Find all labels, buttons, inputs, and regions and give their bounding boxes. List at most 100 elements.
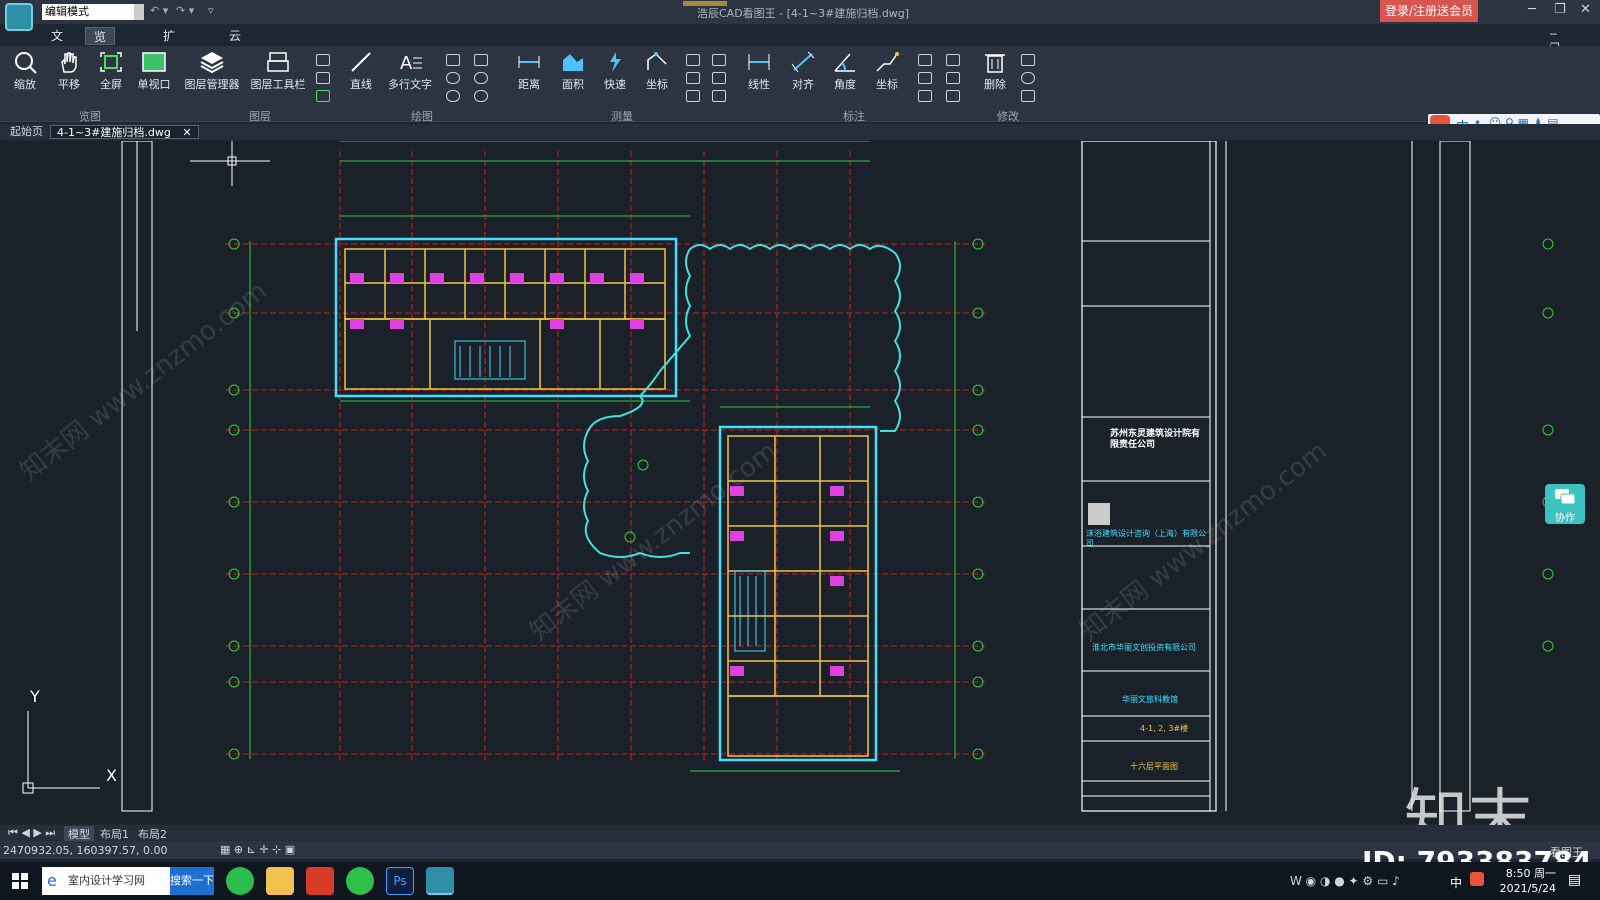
tab-close-icon[interactable]: ✕: [182, 126, 191, 139]
measure-tool-b-icon[interactable]: [686, 72, 700, 84]
layer-manager-button[interactable]: 图层管理器: [182, 50, 242, 92]
delete-button[interactable]: 删除: [978, 50, 1012, 92]
pan-button[interactable]: 平移: [52, 50, 86, 92]
arc-icon[interactable]: [446, 72, 460, 84]
quick-access-more-icon[interactable]: ▿: [208, 4, 214, 17]
angle-dim-button[interactable]: 角度: [828, 50, 862, 92]
clock-time: 8:50 周一: [1505, 867, 1556, 880]
login-register-button[interactable]: 登录/注册送会员: [1380, 0, 1478, 22]
photoshop-icon[interactable]: Ps: [386, 867, 414, 895]
dim-tool-f-icon[interactable]: [946, 90, 960, 102]
move-icon[interactable]: [1021, 54, 1035, 66]
dim-tool-c-icon[interactable]: [918, 90, 932, 102]
undo-icon[interactable]: ↶ ▾: [150, 4, 168, 17]
windows-start-icon[interactable]: [12, 873, 28, 889]
area-button[interactable]: 面积: [556, 50, 590, 92]
group-label-measure: 测量: [611, 110, 633, 123]
measure-tool-a-icon[interactable]: [686, 54, 700, 66]
rotate-icon[interactable]: [1021, 72, 1035, 84]
aligned-dim-button[interactable]: 对齐: [786, 50, 820, 92]
notification-icon[interactable]: ▤: [1568, 872, 1581, 888]
rect-icon[interactable]: [446, 54, 460, 66]
menu-extend-tools[interactable]: 扩展工具: [155, 27, 183, 97]
layer-toolbar-button[interactable]: 图层工具栏: [248, 50, 308, 92]
tray-ime[interactable]: 中: [1450, 874, 1462, 891]
menu-file[interactable]: 文件: [43, 27, 71, 61]
line-button[interactable]: 直线: [344, 50, 378, 92]
area-icon: [563, 54, 583, 71]
cloud-icon[interactable]: [446, 90, 460, 102]
measure-tool-c-icon[interactable]: [686, 90, 700, 102]
collaborate-button[interactable]: 协作: [1545, 484, 1585, 524]
angle-icon: [834, 53, 855, 72]
file-explorer-icon[interactable]: [266, 867, 294, 895]
zoom-button[interactable]: 缩放: [8, 50, 42, 92]
wechat-icon[interactable]: [346, 867, 374, 895]
circle-icon[interactable]: [474, 72, 488, 84]
tab-model[interactable]: 模型: [64, 826, 94, 842]
layer-off-icon[interactable]: [316, 72, 330, 84]
dim-tool-a-icon[interactable]: [918, 54, 932, 66]
layer-manager-label: 图层管理器: [184, 78, 240, 91]
dim-tool-d-icon[interactable]: [946, 54, 960, 66]
quick-measure-button[interactable]: 快速: [598, 50, 632, 92]
magnifier-icon: [15, 52, 37, 74]
taskbar-search-input[interactable]: e 室内设计学习网: [42, 867, 170, 895]
polyline-icon[interactable]: [474, 54, 488, 66]
coord-measure-label: 坐标: [646, 78, 668, 91]
measure-tool-d-icon[interactable]: [712, 54, 726, 66]
app-logo-icon[interactable]: [5, 3, 33, 31]
tab-layout2[interactable]: 布局2: [134, 826, 171, 842]
layer-iso-icon[interactable]: [316, 90, 330, 102]
title-block-project: 华丽文旅科教馆: [1122, 695, 1178, 704]
taskbar-clock[interactable]: 8:50 周一 2021/5/24: [1500, 866, 1556, 896]
redo-icon[interactable]: ↷ ▾: [176, 4, 194, 17]
coord-measure-button[interactable]: 坐标: [640, 50, 674, 92]
layout-nav-icons[interactable]: ⏮ ◀ ▶ ⏭: [4, 826, 59, 840]
title-block-company: 苏州东灵建筑设计院有限责任公司: [1110, 429, 1201, 450]
coord-dim-button[interactable]: 坐标: [870, 50, 904, 92]
maximize-icon[interactable]: ❐: [1554, 2, 1566, 17]
tray-sogou-icon[interactable]: [1470, 872, 1484, 886]
snap-toggle-icons[interactable]: ▦ ⊕ ⊾ ✛ ⊹ ▣: [220, 843, 295, 856]
distance-icon: [518, 56, 540, 68]
linear-dim-button[interactable]: 线性: [742, 50, 776, 92]
linear-dim-label: 线性: [748, 78, 770, 91]
mode-select[interactable]: 编辑模式: [42, 4, 144, 20]
trash-icon: [985, 54, 1005, 73]
chevron-down-icon[interactable]: [134, 4, 144, 20]
delete-label: 删除: [984, 78, 1006, 91]
mtext-button[interactable]: A 多行文字: [386, 50, 434, 92]
minimize-icon[interactable]: ─: [1528, 2, 1536, 17]
ellipse-icon[interactable]: [474, 90, 488, 102]
mode-select-value: 编辑模式: [45, 5, 89, 18]
browser-app-icon[interactable]: [226, 867, 254, 895]
close-icon[interactable]: ✕: [1580, 2, 1591, 17]
fullscreen-button[interactable]: 全屏: [94, 50, 128, 92]
tray-icons[interactable]: W ◉ ◑ ● ✦ ⚙ ▭ ♪: [1290, 874, 1400, 888]
copy-icon[interactable]: [1021, 90, 1035, 102]
group-label-draw: 绘图: [411, 110, 433, 123]
layer-toolbar-icon: [267, 52, 289, 72]
drawing-canvas[interactable]: Y X 苏州东灵建筑设计院有限责任公司 沫浴建筑设计咨询（上海）有限公司 淮北市…: [0, 141, 1600, 824]
distance-button[interactable]: 距离: [512, 50, 546, 92]
cad-viewer-icon[interactable]: [426, 867, 454, 895]
aligned-dim-icon: [791, 51, 815, 73]
dim-tool-e-icon[interactable]: [946, 72, 960, 84]
search-button[interactable]: 搜索一下: [170, 867, 214, 895]
dim-tool-b-icon[interactable]: [918, 72, 932, 84]
zoom-label: 缩放: [14, 78, 36, 91]
linear-dim-icon: [748, 54, 770, 70]
measure-tool-f-icon[interactable]: [712, 90, 726, 102]
menu-view-draw[interactable]: 览图绘制: [85, 27, 116, 98]
tab-layout1[interactable]: 布局1: [96, 826, 133, 842]
wps-icon[interactable]: [306, 867, 334, 895]
layer-on-icon[interactable]: [316, 54, 330, 66]
status-bar: 2470932.05, 160397.57, 0.00 ▦ ⊕ ⊾ ✛ ⊹ ▣ …: [0, 841, 1600, 859]
single-viewport-button[interactable]: 单视口: [134, 50, 174, 92]
menu-cloud-annotation[interactable]: 云批注: [221, 27, 249, 79]
tab-start-page[interactable]: 起始页: [4, 125, 49, 139]
angle-dim-label: 角度: [834, 78, 856, 91]
measure-tool-e-icon[interactable]: [712, 72, 726, 84]
tab-dwg-file[interactable]: 4-1~3#建施归档.dwg ✕: [50, 125, 199, 139]
